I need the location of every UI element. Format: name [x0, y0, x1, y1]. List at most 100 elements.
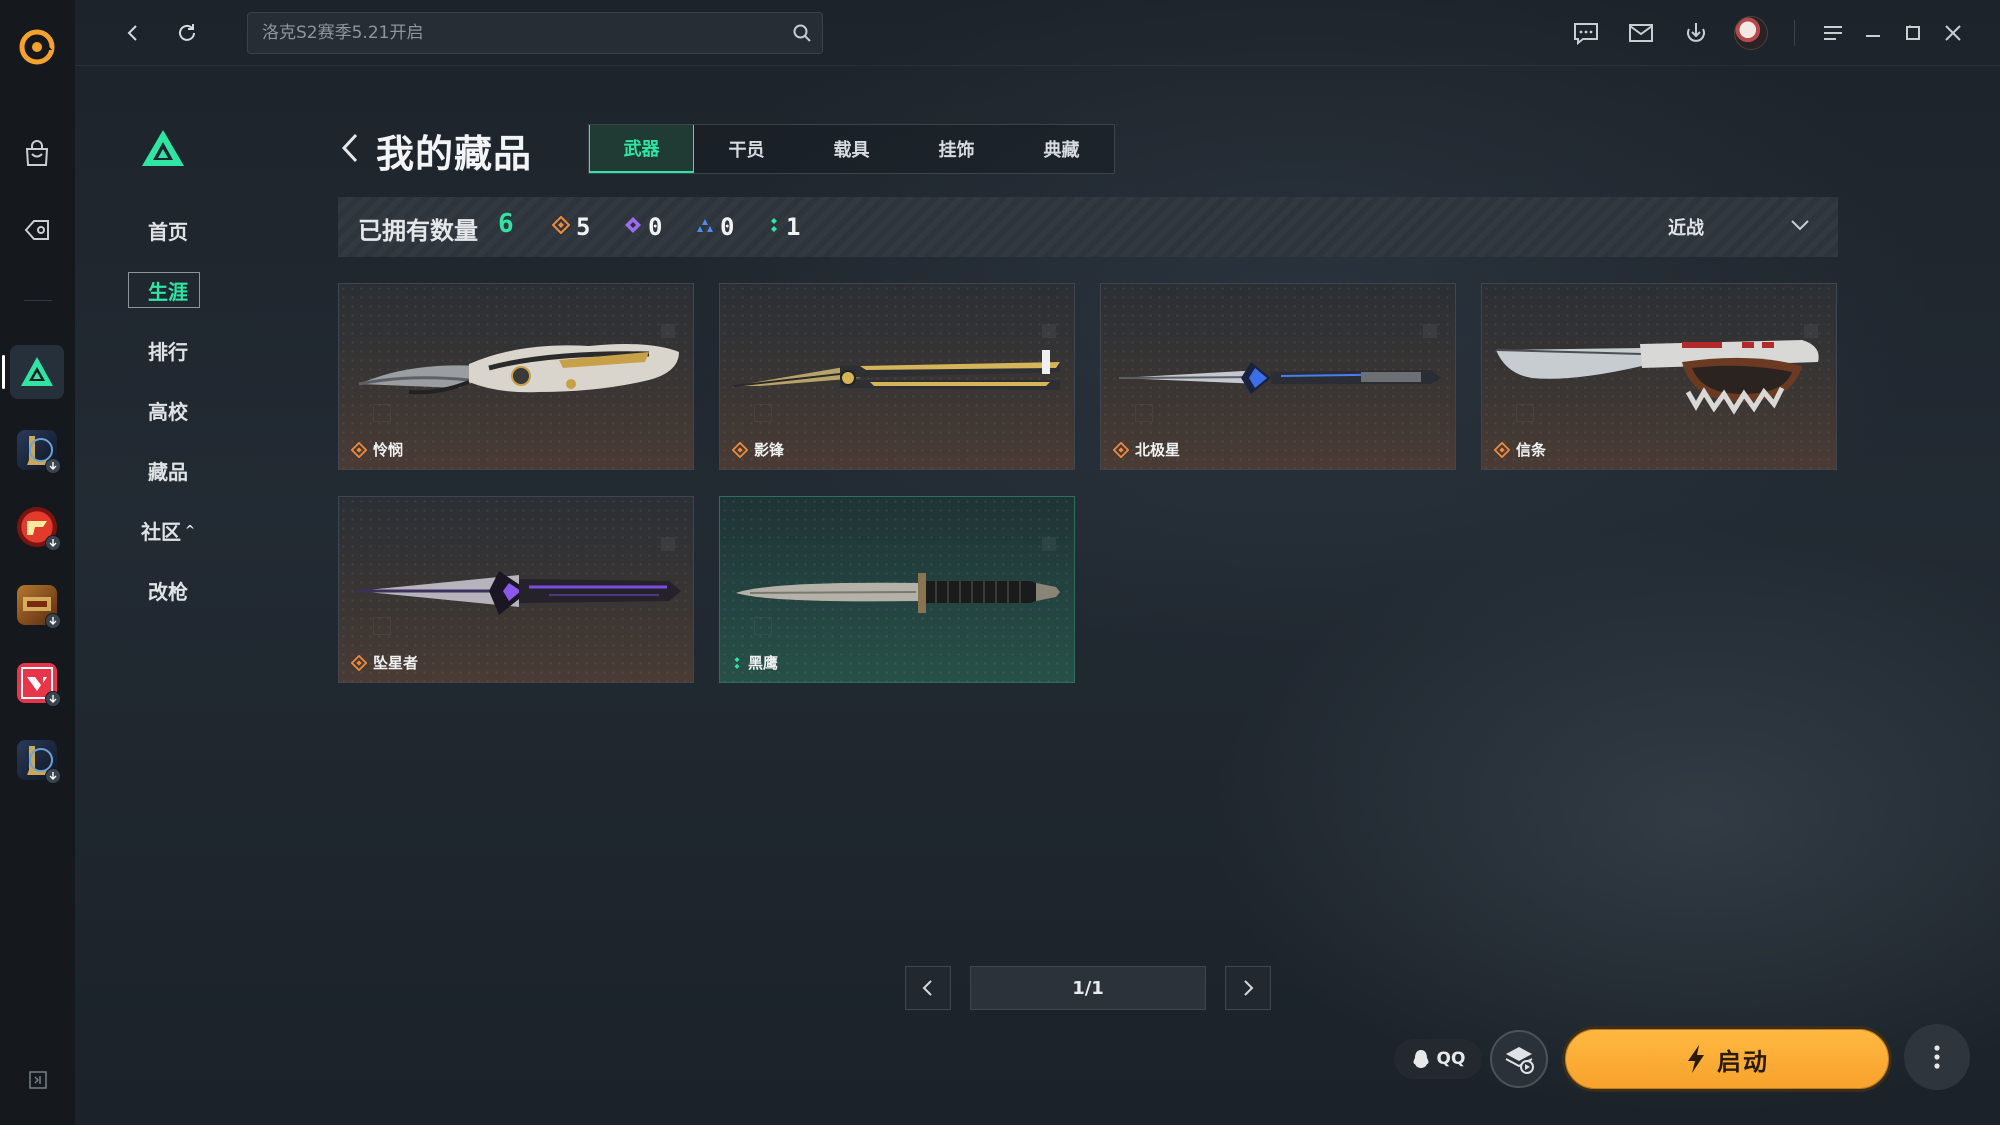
blue-triangle-icon: [696, 216, 714, 238]
delta-force-game-icon[interactable]: [10, 345, 64, 399]
item-name-row: 信条: [1494, 439, 1546, 460]
mail-icon[interactable]: [1623, 15, 1659, 51]
item-card-creed[interactable]: 信条: [1481, 283, 1837, 470]
item-name: 黑鹰: [748, 654, 779, 672]
refresh-button[interactable]: [169, 15, 205, 51]
qq-login-button[interactable]: QQ: [1394, 1039, 1482, 1079]
nav-home[interactable]: 首页: [128, 200, 208, 260]
item-name-row: 北极星: [1113, 439, 1180, 460]
owned-count-label: 已拥有数量: [358, 217, 478, 245]
nav-collection-label: 藏品: [148, 459, 188, 484]
maximize-icon[interactable]: [1895, 15, 1931, 51]
crossfire-game-icon[interactable]: [10, 500, 64, 554]
page-indicator: 1/1: [970, 966, 1206, 1010]
rarity-green-value: 1: [786, 213, 801, 241]
rail-divider: [24, 300, 52, 301]
item-name-row: 影锋: [732, 439, 784, 460]
more-options-button[interactable]: [1904, 1024, 1970, 1090]
valorant-game-icon[interactable]: [10, 656, 64, 710]
item-name-row: 黑鹰: [732, 652, 778, 673]
menu-icon[interactable]: [1815, 15, 1851, 51]
nav-ranking[interactable]: 排行: [128, 320, 208, 380]
rarity-blue-value: 0: [720, 213, 735, 241]
prev-page-button[interactable]: [905, 966, 951, 1010]
download-badge-icon: [45, 535, 61, 551]
search-box: [247, 12, 823, 54]
launch-button[interactable]: 启动: [1562, 1026, 1892, 1092]
chevron-up-icon: ^: [184, 523, 196, 537]
item-card-polaris[interactable]: 北极星: [1100, 283, 1456, 470]
nav-collection[interactable]: 藏品: [128, 440, 208, 500]
tab-charms[interactable]: 挂饰: [904, 125, 1009, 173]
search-icon[interactable]: [792, 23, 812, 47]
page-header: 我的藏品: [338, 124, 532, 176]
rarity-green-count: 1: [768, 213, 800, 241]
rarity-orange-count: 5: [551, 213, 590, 241]
tab-weapons[interactable]: 武器: [589, 125, 694, 173]
filter-value: 近战: [1668, 218, 1704, 239]
league-game-icon[interactable]: [10, 423, 64, 477]
butterfly-knife-icon: [733, 350, 1060, 390]
back-arrow-icon[interactable]: [338, 131, 362, 169]
chat-icon[interactable]: [1568, 15, 1604, 51]
item-name-row: 怜悯: [351, 439, 403, 460]
nav-career[interactable]: 生涯: [128, 260, 208, 320]
weapon-type-filter[interactable]: 近战: [1668, 207, 1838, 247]
app-logo-icon[interactable]: [10, 20, 64, 74]
game-layers-button[interactable]: [1490, 1030, 1548, 1088]
orange-diamond-icon: [351, 654, 367, 671]
orange-diamond-icon: [551, 215, 571, 238]
lightning-icon: [1688, 1045, 1704, 1073]
nav-college[interactable]: 高校: [128, 380, 208, 440]
launch-label: 启动: [1717, 1047, 1769, 1076]
app-window: 首页 生涯 排行 高校 藏品 社区^ 改枪 我的藏品 武器 干员 载具 挂饰 典…: [0, 0, 2000, 1125]
mmo-game-icon[interactable]: [10, 578, 64, 632]
user-avatar[interactable]: [1734, 16, 1768, 50]
back-nav-button[interactable]: [115, 15, 151, 51]
green-dots-icon: [768, 216, 780, 238]
purple-diamond-icon: [624, 216, 642, 238]
nav-gunsmith[interactable]: 改枪: [128, 560, 208, 620]
nav-gunsmith-label: 改枪: [148, 579, 188, 604]
nav-college-label: 高校: [148, 399, 188, 424]
owned-count-value: 6: [498, 209, 514, 239]
item-card-starfaller[interactable]: 坠星者: [338, 496, 694, 683]
league-game-icon-2[interactable]: [10, 733, 64, 787]
download-manager-icon[interactable]: [1678, 15, 1714, 51]
tab-operators[interactable]: 干员: [694, 125, 799, 173]
store-bag-icon[interactable]: [10, 127, 64, 181]
close-icon[interactable]: [1935, 15, 1971, 51]
chevron-right-icon: [1244, 980, 1254, 996]
left-rail: [0, 0, 75, 1125]
knuckle-knife-icon: [1495, 340, 1819, 415]
tag-icon[interactable]: [10, 203, 64, 257]
chevron-down-icon: [1790, 217, 1810, 237]
item-name: 坠星者: [373, 654, 419, 672]
collapse-sidebar-icon[interactable]: [26, 1068, 50, 1092]
chevron-left-icon: [922, 980, 932, 996]
nav-community[interactable]: 社区 ^: [128, 500, 208, 560]
dagger-icon: [1118, 362, 1441, 394]
blade-icon: [357, 571, 681, 615]
item-card-shadow-blade[interactable]: 影锋: [719, 283, 1075, 470]
item-card-black-hawk[interactable]: 黑鹰: [719, 496, 1075, 683]
item-card-mercy[interactable]: 怜悯: [338, 283, 694, 470]
nav-ranking-label: 排行: [148, 339, 188, 364]
category-tabs: 武器 干员 载具 挂饰 典藏: [588, 124, 1115, 174]
item-name: 怜悯: [373, 441, 404, 459]
qq-penguin-icon: [1413, 1050, 1429, 1068]
tab-collectibles[interactable]: 典藏: [1009, 125, 1114, 173]
orange-diamond-icon: [1113, 441, 1129, 458]
tab-vehicles[interactable]: 载具: [799, 125, 904, 173]
minimize-icon[interactable]: [1855, 15, 1891, 51]
item-name: 影锋: [754, 441, 785, 459]
page-title: 我的藏品: [376, 131, 533, 176]
orange-diamond-icon: [1494, 441, 1510, 458]
stats-bar: 已拥有数量 6 5 0 0 1 近战: [338, 197, 1838, 257]
item-name-row: 坠星者: [351, 652, 418, 673]
knife-icon: [358, 344, 679, 395]
search-input[interactable]: [262, 13, 762, 53]
more-vertical-icon: [1934, 1045, 1940, 1069]
rarity-purple-count: 0: [624, 213, 662, 241]
next-page-button[interactable]: [1225, 966, 1271, 1010]
